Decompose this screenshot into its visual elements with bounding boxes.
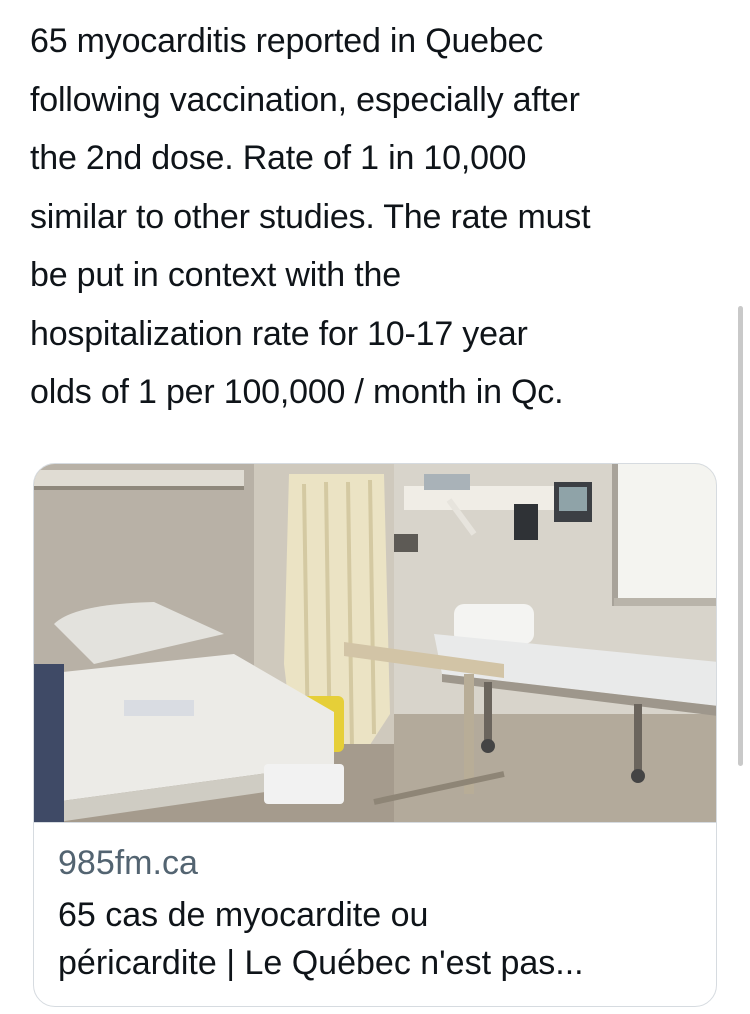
link-domain[interactable]: 985fm.ca bbox=[58, 842, 198, 884]
link-title[interactable]: 65 cas de myocardite ou péricardite | Le… bbox=[58, 891, 698, 987]
hospital-room-photo bbox=[34, 464, 716, 823]
scrollbar[interactable] bbox=[738, 306, 743, 766]
link-preview-card[interactable]: 985fm.ca 65 cas de myocardite ou péricar… bbox=[33, 463, 717, 1007]
tweet-text: 65 myocarditis reported in Quebec follow… bbox=[30, 22, 591, 411]
